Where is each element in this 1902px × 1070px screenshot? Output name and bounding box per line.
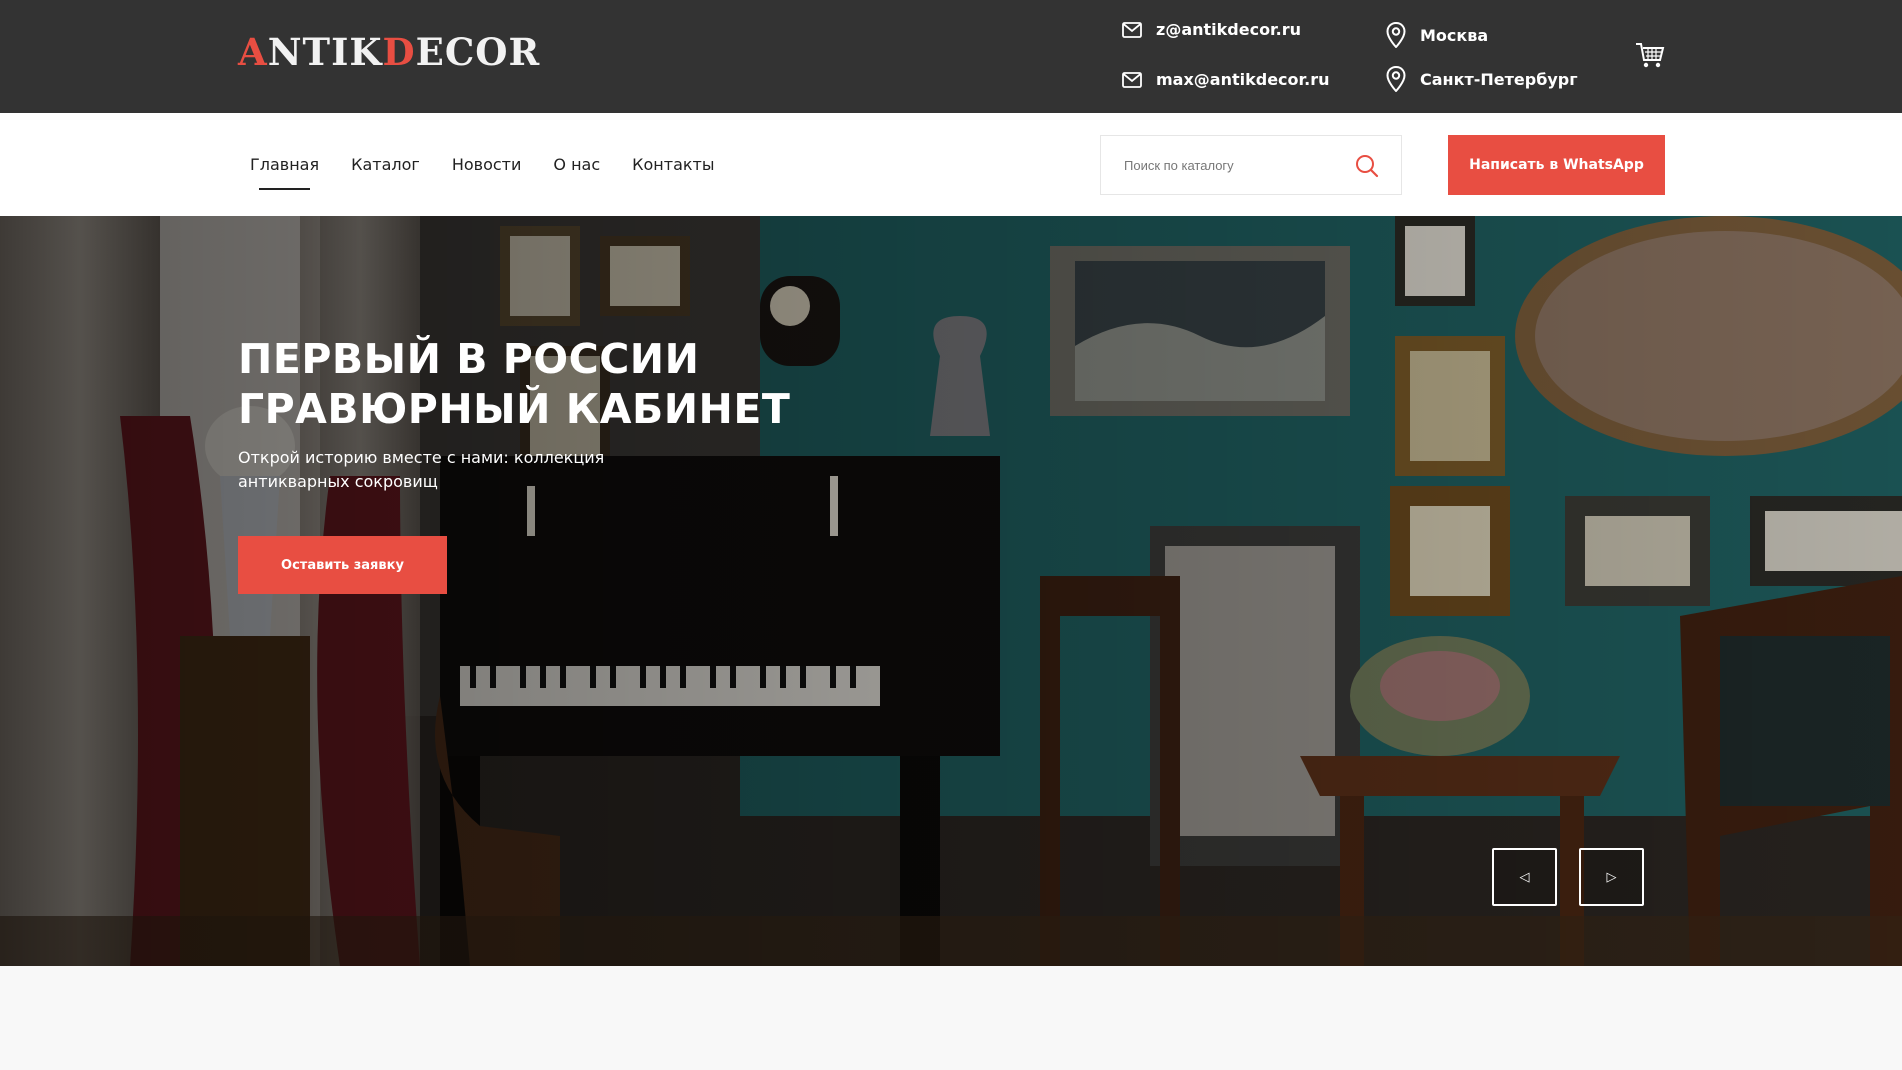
slider-next-button[interactable]: ▷ [1579, 848, 1644, 906]
nav-item-home[interactable]: Главная [250, 155, 319, 190]
nav-item-news[interactable]: Новости [452, 155, 522, 174]
top-bar: ANTIKDECOR z@antikdecor.ru max@antikdeco… [0, 0, 1902, 113]
hero-subtitle: Открой историю вместе с нами: коллекция … [238, 448, 605, 491]
email-contact-1[interactable]: z@antikdecor.ru [1122, 20, 1301, 39]
email-contact-2[interactable]: max@antikdecor.ru [1122, 70, 1330, 89]
city-moscow[interactable]: Москва [1386, 22, 1488, 48]
arrow-left-icon: ◁ [1519, 869, 1530, 885]
search-icon[interactable] [1355, 154, 1379, 178]
logo-letter-d: D [382, 30, 416, 74]
city-text-1: Москва [1420, 25, 1489, 45]
hero-slider: ПЕРВЫЙ В РОССИИ ГРАВЮРНЫЙ КАБИНЕТ Открой… [0, 216, 1902, 966]
whatsapp-button[interactable]: Написать в WhatsApp [1448, 135, 1665, 195]
nav-bar: Главная Каталог Новости О нас Контакты Н… [0, 113, 1902, 216]
email-text-2: max@antikdecor.ru [1156, 70, 1330, 89]
content-area [0, 966, 1902, 1070]
nav-item-about[interactable]: О нас [553, 155, 600, 174]
hero-title: ПЕРВЫЙ В РОССИИ ГРАВЮРНЫЙ КАБИНЕТ [238, 335, 791, 433]
cart-button[interactable] [1635, 42, 1665, 74]
nav-item-contacts[interactable]: Контакты [632, 155, 714, 174]
cart-icon [1636, 43, 1665, 68]
request-button[interactable]: Оставить заявку [238, 536, 447, 594]
city-spb[interactable]: Санкт-Петербург [1386, 66, 1578, 92]
slider-prev-button[interactable]: ◁ [1492, 848, 1557, 906]
mail-icon [1122, 71, 1142, 88]
logo-letter-a: A [238, 30, 268, 74]
mail-icon [1122, 21, 1142, 38]
logo-text-1: NTIK [267, 30, 383, 74]
search-input[interactable] [1101, 136, 1341, 194]
catalog-search [1100, 135, 1402, 195]
nav-item-catalog[interactable]: Каталог [351, 155, 420, 174]
city-text-2: Санкт-Петербург [1420, 69, 1578, 89]
email-text-1: z@antikdecor.ru [1156, 20, 1302, 39]
arrow-right-icon: ▷ [1606, 869, 1617, 885]
location-pin-icon [1386, 22, 1406, 48]
logo-text-2: ECOR [415, 30, 541, 74]
logo[interactable]: ANTIKDECOR [238, 30, 540, 74]
location-pin-icon [1386, 66, 1406, 92]
main-nav: Главная Каталог Новости О нас Контакты [250, 155, 715, 190]
